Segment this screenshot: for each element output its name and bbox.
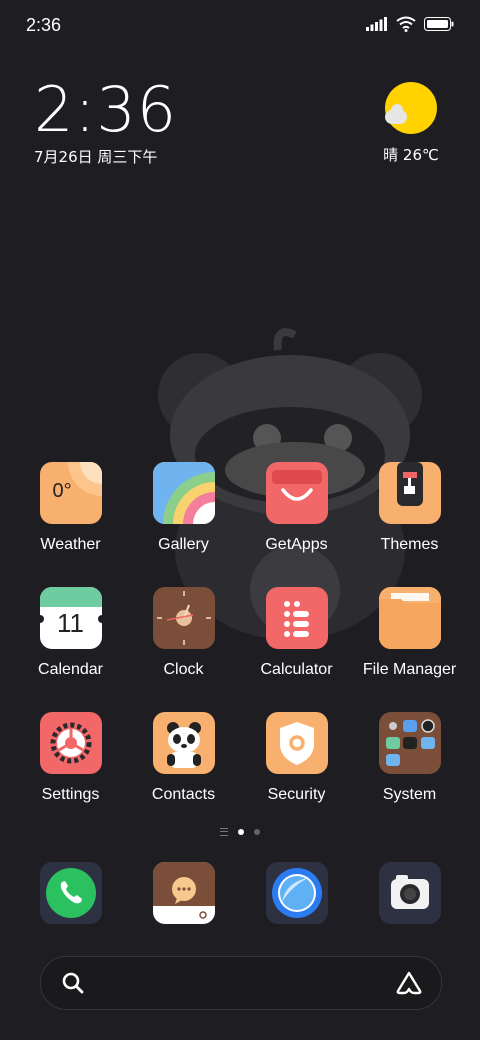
page-indicator[interactable] (0, 828, 480, 836)
app-row: 11 Calendar Clock Calculator File Manage… (14, 587, 466, 712)
app-clock[interactable]: Clock (127, 587, 240, 712)
folder-grid-icon (378, 712, 441, 774)
dock-browser[interactable] (240, 862, 353, 924)
page-dot (254, 829, 260, 835)
app-row: 0° Weather Gallery GetApps Themes (14, 462, 466, 587)
sunny-icon (385, 82, 437, 134)
weather-icon-temp: 0° (52, 480, 72, 502)
app-weather[interactable]: 0° Weather (14, 462, 127, 587)
camera-icon (378, 862, 441, 924)
dock-camera[interactable] (353, 862, 466, 924)
phone-icon (39, 862, 102, 924)
app-label: Calendar (38, 661, 103, 678)
app-label: System (382, 786, 437, 803)
dock-messaging[interactable] (127, 862, 240, 924)
assistant-icon[interactable] (395, 970, 423, 996)
folder-icon (378, 587, 441, 649)
dock-phone[interactable] (14, 862, 127, 924)
browser-icon (265, 862, 328, 924)
calendar-icon: 11 (39, 587, 102, 649)
status-bar: 2:36 (0, 0, 480, 50)
app-themes[interactable]: Themes (353, 462, 466, 587)
widget-time: 2:36 (34, 73, 178, 146)
paint-roller-icon (378, 462, 441, 524)
status-time: 2:36 (26, 15, 62, 35)
app-file-manager[interactable]: File Manager (353, 587, 466, 712)
shopping-bag-icon (265, 462, 328, 524)
gallery-icon (152, 462, 215, 524)
shield-icon (265, 712, 328, 774)
clock-widget[interactable]: 2:36 7月26日 周三下午 (34, 78, 177, 167)
app-calculator[interactable]: Calculator (240, 587, 353, 712)
widget-date: 7月26日 周三下午 (34, 148, 158, 166)
search-bar[interactable] (40, 956, 442, 1010)
app-label: Calculator (260, 661, 333, 678)
app-security[interactable]: Security (240, 712, 353, 837)
app-calendar[interactable]: 11 Calendar (14, 587, 127, 712)
battery-icon (424, 17, 454, 31)
page-dot-active (238, 829, 244, 835)
app-settings[interactable]: Settings (14, 712, 127, 837)
app-contacts[interactable]: Contacts (127, 712, 240, 837)
feed-page-icon (220, 828, 228, 836)
app-getapps[interactable]: GetApps (240, 462, 353, 587)
status-icons (366, 16, 454, 32)
app-row: Settings Contacts Security System (14, 712, 466, 837)
app-label: GetApps (265, 536, 328, 553)
app-label: Themes (380, 536, 439, 553)
clock-icon (152, 587, 215, 649)
weather-icon: 0° (39, 462, 102, 524)
app-label: Settings (41, 786, 100, 803)
wifi-icon (396, 16, 416, 32)
app-label: Weather (40, 536, 101, 553)
chat-bubble-icon (152, 862, 215, 924)
app-label: File Manager (362, 661, 457, 678)
app-label: Security (267, 786, 326, 803)
dock (14, 862, 466, 924)
calendar-day: 11 (57, 608, 84, 638)
panda-icon (152, 712, 215, 774)
app-label: Gallery (158, 536, 209, 553)
search-icon (62, 972, 84, 994)
app-label: Clock (163, 661, 204, 678)
calculator-icon (265, 587, 328, 649)
weather-text: 晴 26℃ (383, 146, 439, 164)
gear-icon (39, 712, 102, 774)
weather-widget[interactable]: 晴 26℃ (376, 82, 446, 165)
app-system-folder[interactable]: System (353, 712, 466, 837)
app-grid: 0° Weather Gallery GetApps Themes 11 Cal… (14, 462, 466, 837)
signal-icon (366, 17, 387, 31)
app-gallery[interactable]: Gallery (127, 462, 240, 587)
app-label: Contacts (151, 786, 216, 803)
